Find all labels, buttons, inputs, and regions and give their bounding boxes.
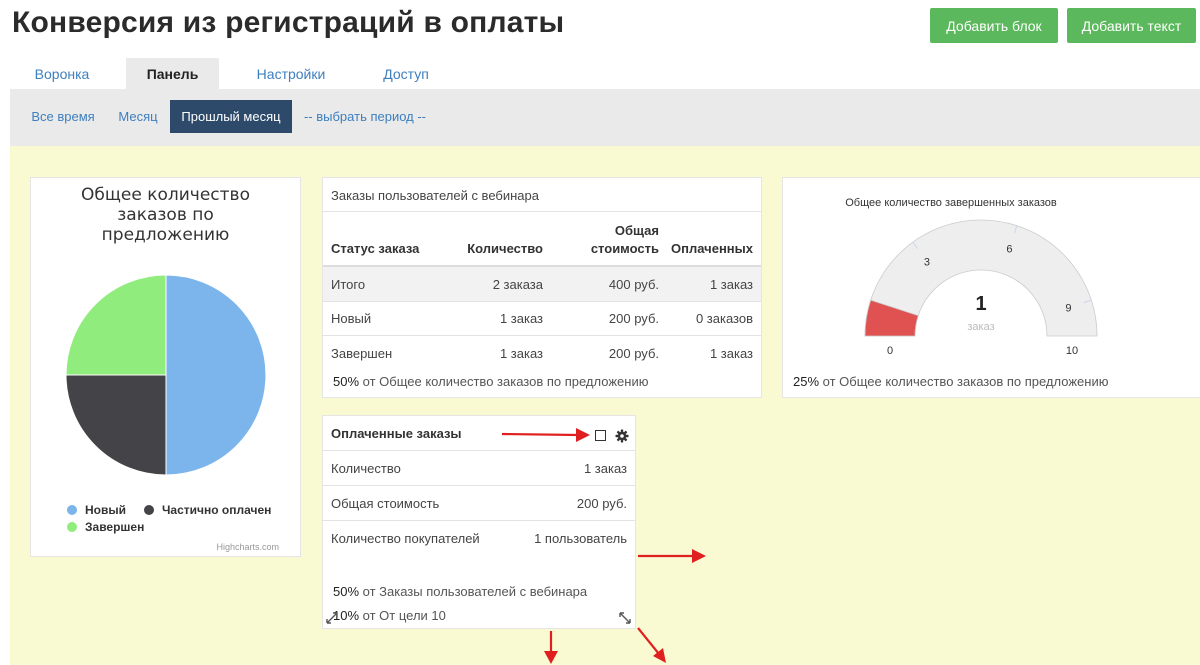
divider <box>323 335 761 336</box>
legend-label: Новый <box>85 503 126 517</box>
cell-total: 400 руб. <box>608 277 659 292</box>
pie-slice-1[interactable] <box>65 374 167 476</box>
legend-marker-icon <box>144 505 154 515</box>
cell-total: 200 руб. <box>608 311 659 326</box>
pie-chart <box>65 274 267 476</box>
divider <box>323 450 635 451</box>
pie-title-line: Общее количество <box>81 185 250 205</box>
orders-table-panel: Заказы пользователей с вебинара Статус з… <box>322 177 762 398</box>
cell-quantity: 1 заказ <box>499 311 543 326</box>
paid-orders-title: Оплаченные заказы <box>331 426 462 441</box>
paid-footer-2: 10% от От цели 10 <box>333 608 446 623</box>
gauge-unit: заказ <box>967 321 995 333</box>
pie-chart-panel: Общее количество заказов по предложению … <box>30 177 301 557</box>
cell-status: Завершен <box>331 346 393 361</box>
divider <box>323 520 635 521</box>
cell-paid: 1 заказ <box>709 277 753 292</box>
resize-handle-right-icon[interactable] <box>619 612 631 624</box>
col-header-total-line1: Общая <box>614 223 659 238</box>
pie-title-line: заказов по <box>117 205 214 225</box>
page-title: Конверсия из регистраций в оплаты <box>12 6 565 39</box>
paid-row-label: Общая стоимость <box>331 496 440 511</box>
paid-orders-panel: Оплаченные заказы Количество 1 заказ Общ… <box>322 415 636 629</box>
legend-item-completed[interactable]: Завершен <box>67 520 144 534</box>
gear-icon[interactable] <box>615 429 629 443</box>
filter-all-time[interactable]: Все время <box>22 100 104 133</box>
paid-row-label: Количество <box>331 461 401 476</box>
divider <box>323 485 635 486</box>
legend-label: Завершен <box>85 520 145 534</box>
orders-table-title: Заказы пользователей с вебинара <box>331 188 539 203</box>
tab-access[interactable]: Доступ <box>365 58 447 89</box>
paid-row-value: 1 пользователь <box>534 531 627 546</box>
highcharts-credits[interactable]: Highcharts.com <box>216 542 279 552</box>
pie-slice-0[interactable] <box>165 274 267 476</box>
add-text-button[interactable]: Добавить текст <box>1067 8 1196 43</box>
paid-footer-1: 50% от Заказы пользователей с вебинара <box>333 584 587 599</box>
tab-funnel[interactable]: Воронка <box>18 58 106 89</box>
cell-status: Новый <box>331 311 372 326</box>
legend-item-new[interactable]: Новый <box>67 503 126 517</box>
gauge-footer: 25% от Общее количество заказов по предл… <box>793 374 1108 389</box>
annotation-arrow-icon <box>638 549 706 563</box>
legend-marker-icon <box>67 505 77 515</box>
col-header-status: Статус заказа <box>331 241 420 256</box>
tab-settings[interactable]: Настройки <box>240 58 342 89</box>
divider <box>323 301 761 302</box>
cell-quantity: 1 заказ <box>499 346 543 361</box>
paid-row-value: 1 заказ <box>583 461 627 476</box>
pie-title-line: предложению <box>101 225 230 245</box>
pie-chart-title: Общее количество заказов по предложению <box>31 185 300 245</box>
footer-percent: 50% <box>333 374 360 389</box>
col-header-paid: Оплаченных <box>671 241 753 256</box>
footer-text: от Общее количество заказов по предложен… <box>362 374 649 389</box>
annotation-arrow-icon <box>501 428 590 442</box>
footer-text: от Общее количество заказов по предложен… <box>822 374 1109 389</box>
footer-percent: 25% <box>793 374 820 389</box>
cell-quantity: 2 заказа <box>492 277 543 292</box>
add-block-button[interactable]: Добавить блок <box>930 8 1058 43</box>
gauge-tick-label: 0 <box>887 345 893 357</box>
annotation-arrow-icon <box>637 627 666 663</box>
col-header-total-line2: стоимость <box>590 241 659 256</box>
cell-paid: 0 заказов <box>695 311 753 326</box>
gauge-value: 1 <box>975 293 987 315</box>
paid-row-label: Количество покупателей <box>331 531 480 546</box>
gauge-tick-label: 6 <box>1006 244 1012 256</box>
pie-slice-2[interactable] <box>65 274 167 376</box>
col-header-quantity: Количество <box>467 241 543 256</box>
cell-status: Итого <box>331 277 366 292</box>
gauge-tick-label: 3 <box>924 257 930 269</box>
gauge-tick-label: 10 <box>1066 345 1078 357</box>
paid-row-value: 200 руб. <box>576 496 627 511</box>
orders-table-footer: 50% от Общее количество заказов по предл… <box>333 374 648 389</box>
checkbox-icon[interactable] <box>595 430 606 441</box>
filter-choose-period[interactable]: -- выбрать период -- <box>298 100 432 133</box>
resize-handle-left-icon[interactable] <box>326 612 338 624</box>
legend-item-partially-paid[interactable]: Частично оплачен <box>144 503 271 517</box>
annotation-arrow-icon <box>544 631 558 664</box>
filter-month[interactable]: Месяц <box>110 100 166 133</box>
cell-paid: 1 заказ <box>709 346 753 361</box>
legend-marker-icon <box>67 522 77 532</box>
footer-text: от От цели 10 <box>362 608 446 623</box>
gauge-chart: 036910 <box>864 219 1098 357</box>
cell-total: 200 руб. <box>608 346 659 361</box>
legend-label: Частично оплачен <box>162 503 272 517</box>
footer-text: от Заказы пользователей с вебинара <box>362 584 588 599</box>
filter-last-month[interactable]: Прошлый месяц <box>170 100 292 133</box>
footer-percent: 50% <box>333 584 360 599</box>
divider <box>323 211 761 212</box>
gauge-panel: Общее количество завершенных заказов 036… <box>782 177 1200 398</box>
tab-panel[interactable]: Панель <box>126 58 219 89</box>
